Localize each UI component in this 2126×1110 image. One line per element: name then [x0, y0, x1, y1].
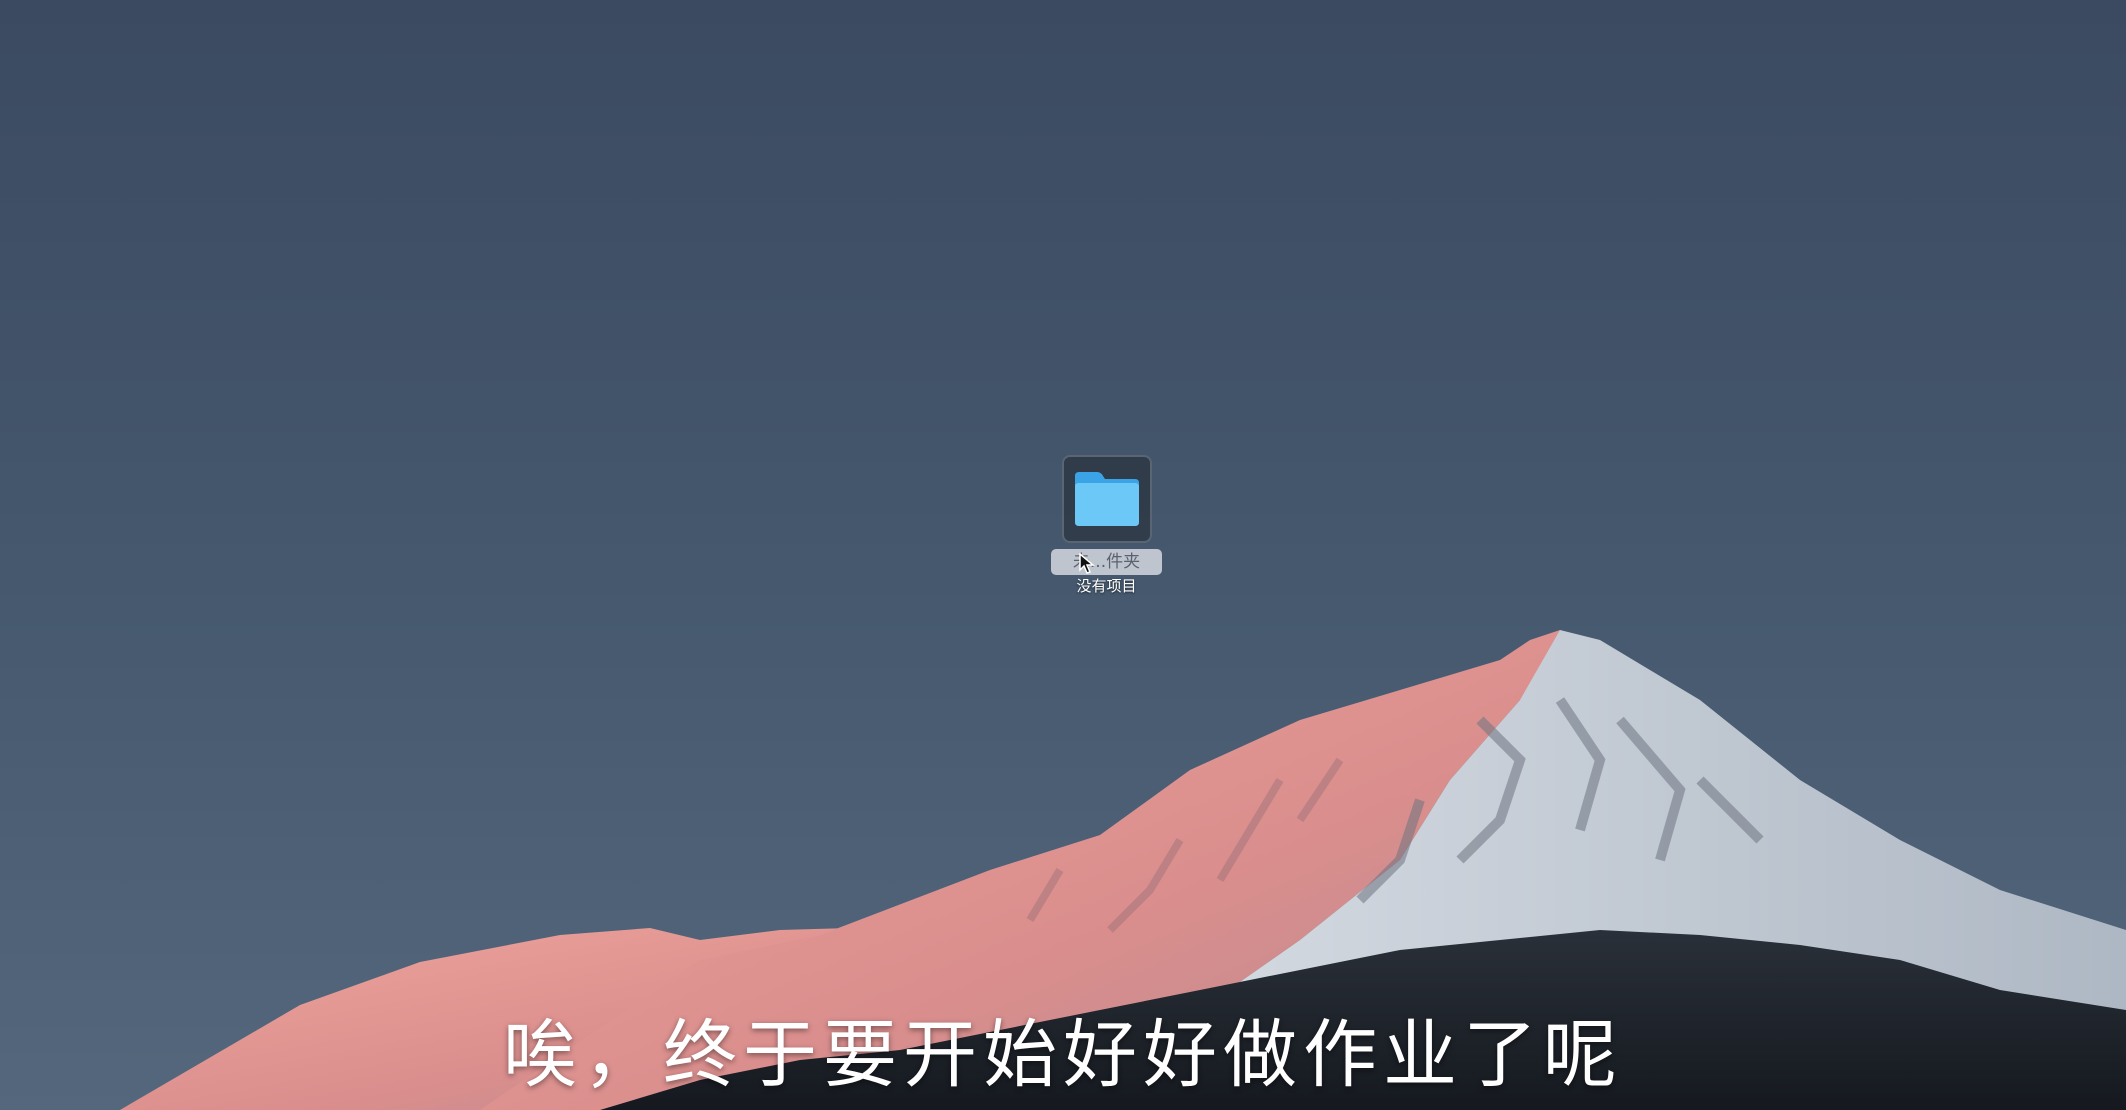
folder-icon-selection[interactable]: [1062, 455, 1152, 543]
folder-item-count: 没有项目: [1076, 577, 1137, 595]
mouse-cursor-icon: [1079, 553, 1095, 574]
desktop: 未...件夹 没有项目 唉，终于要开始好好做作业了呢: [0, 0, 2126, 1110]
folder-icon[interactable]: [1071, 466, 1143, 532]
video-caption: 唉，终于要开始好好做作业了呢: [503, 1012, 1623, 1098]
folder-name-label[interactable]: 未...件夹: [1051, 549, 1162, 575]
